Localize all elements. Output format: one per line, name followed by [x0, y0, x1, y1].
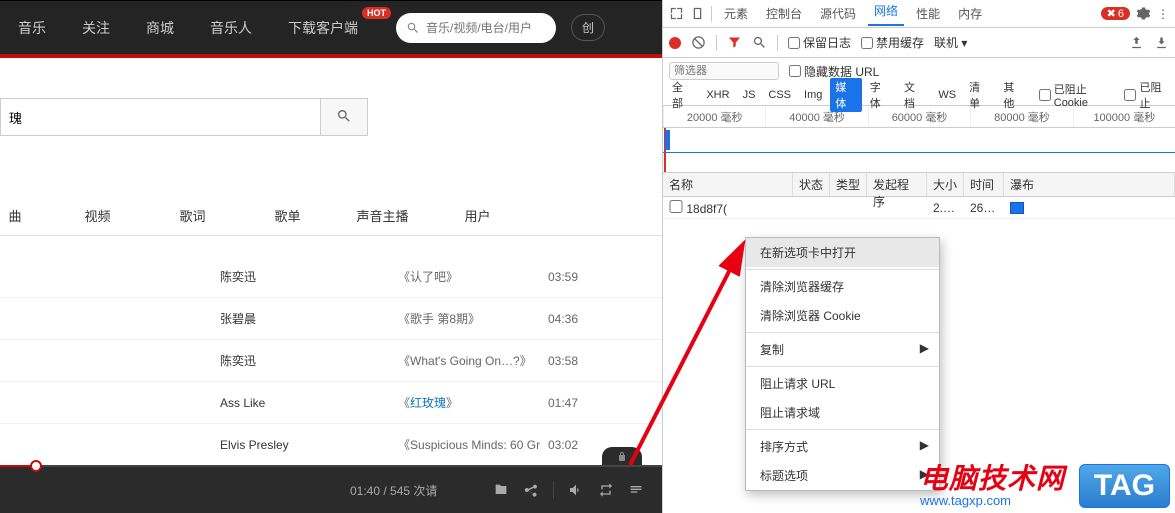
- blocked-cookie-checkbox[interactable]: 已阻止 Cookie: [1039, 81, 1122, 109]
- gear-icon[interactable]: [1136, 6, 1151, 21]
- tab-video[interactable]: 视频: [50, 196, 145, 235]
- watermark: 电脑技术网 www.tagxp.com TAG: [1025, 457, 1170, 508]
- filter-icon[interactable]: [727, 35, 742, 50]
- context-menu: 在新选项卡中打开 清除浏览器缓存 清除浏览器 Cookie 复制▶ 阻止请求 U…: [745, 237, 940, 491]
- song-duration: 03:59: [548, 270, 608, 284]
- player-info: 01:40 / 545 次请: [0, 482, 437, 499]
- lock-tab[interactable]: [602, 447, 642, 467]
- player-bar: 01:40 / 545 次请: [0, 467, 662, 513]
- search-icon[interactable]: [752, 35, 767, 50]
- search-icon: [406, 21, 420, 35]
- share-icon[interactable]: [523, 482, 539, 498]
- throttle-select[interactable]: 联机 ▾: [934, 34, 967, 51]
- ctx-header-options[interactable]: 标题选项▶: [746, 461, 939, 490]
- ctx-copy[interactable]: 复制▶: [746, 335, 939, 364]
- waterfall-bar: [1010, 202, 1024, 214]
- error-count-badge[interactable]: ✖ 6: [1101, 7, 1130, 20]
- song-album[interactable]: 《What's Going On…?》: [398, 352, 548, 369]
- tab-user[interactable]: 用户: [430, 196, 525, 235]
- tab-voice[interactable]: 声音主播: [335, 196, 430, 235]
- download-icon[interactable]: [1154, 35, 1169, 50]
- chip-js[interactable]: JS: [738, 88, 761, 102]
- song-album[interactable]: 《红玫瑰》: [398, 394, 548, 411]
- top-search-input[interactable]: [426, 21, 546, 35]
- search-icon: [336, 108, 352, 124]
- loop-icon[interactable]: [598, 482, 614, 498]
- ctx-block-url[interactable]: 阻止请求 URL: [746, 369, 939, 398]
- nav-download[interactable]: 下载客户端 HOT: [270, 1, 376, 55]
- ctx-sort[interactable]: 排序方式▶: [746, 432, 939, 461]
- network-row[interactable]: 18d8f7( 2.9 ... 262...: [663, 197, 1175, 219]
- nav-mall[interactable]: 商城: [128, 1, 192, 55]
- page-search-button[interactable]: [320, 98, 368, 136]
- chip-ws[interactable]: WS: [933, 88, 961, 102]
- progress-thumb[interactable]: [30, 460, 42, 472]
- nav-musician[interactable]: 音乐人: [192, 1, 270, 55]
- ctx-clear-cache[interactable]: 清除浏览器缓存: [746, 272, 939, 301]
- progress-fill: [0, 465, 34, 467]
- nav-follow[interactable]: 关注: [64, 1, 128, 55]
- timeline-ruler: 20000 毫秒 40000 毫秒 60000 毫秒 80000 毫秒 1000…: [663, 106, 1175, 128]
- volume-icon[interactable]: [568, 482, 584, 498]
- tab-lyric[interactable]: 歌词: [145, 196, 240, 235]
- page-search-group: [0, 98, 662, 136]
- song-duration: 04:36: [548, 312, 608, 326]
- song-artist[interactable]: Elvis Presley: [220, 438, 398, 452]
- progress-track[interactable]: [0, 465, 662, 467]
- page-search-input[interactable]: [0, 98, 320, 136]
- song-album[interactable]: 《认了吧》: [398, 268, 548, 285]
- preserve-log-checkbox[interactable]: 保留日志: [788, 34, 851, 51]
- upload-icon[interactable]: [1129, 35, 1144, 50]
- inspect-icon[interactable]: [669, 6, 684, 21]
- ctx-open-new-tab[interactable]: 在新选项卡中打开: [746, 238, 939, 267]
- chevron-right-icon: ▶: [920, 438, 929, 452]
- row-checkbox[interactable]: [669, 200, 683, 213]
- devtab-memory[interactable]: 内存: [952, 5, 988, 22]
- tab-playlist[interactable]: 歌单: [240, 196, 335, 235]
- song-duration: 03:02: [548, 438, 608, 452]
- nav-download-label: 下载客户端: [288, 18, 358, 38]
- song-duration: 03:58: [548, 354, 608, 368]
- network-table-header: 名称 状态 类型 发起程序 大小 时间 瀑布: [663, 173, 1175, 197]
- song-artist[interactable]: 陈奕迅: [220, 268, 398, 285]
- result-tabs: 曲 视频 歌词 歌单 声音主播 用户: [0, 196, 662, 236]
- overview-strip[interactable]: [663, 128, 1175, 173]
- devtab-sources[interactable]: 源代码: [814, 5, 862, 22]
- nav-music[interactable]: 音乐: [0, 1, 64, 55]
- kebab-icon[interactable]: ⋮: [1157, 7, 1169, 21]
- song-duration: 01:47: [548, 396, 608, 410]
- disable-cache-checkbox[interactable]: 禁用缓存: [861, 34, 924, 51]
- clear-icon[interactable]: [691, 35, 706, 50]
- device-icon[interactable]: [690, 6, 705, 21]
- devtab-performance[interactable]: 性能: [910, 5, 946, 22]
- ctx-block-domain[interactable]: 阻止请求域: [746, 398, 939, 427]
- hot-badge: HOT: [362, 7, 391, 19]
- lock-icon: [616, 451, 628, 463]
- song-artist[interactable]: Ass Like: [220, 396, 398, 410]
- folder-add-icon[interactable]: [493, 482, 509, 498]
- chip-css[interactable]: CSS: [763, 88, 796, 102]
- ctx-clear-cookies[interactable]: 清除浏览器 Cookie: [746, 301, 939, 330]
- song-artist[interactable]: 陈奕迅: [220, 352, 398, 369]
- song-album[interactable]: 《歌手 第8期》: [398, 310, 548, 327]
- top-search-box: [396, 13, 556, 43]
- song-table: 陈奕迅 《认了吧》 03:59 张碧晨 《歌手 第8期》 04:36 陈奕迅 《…: [0, 256, 662, 466]
- chevron-right-icon: ▶: [920, 341, 929, 355]
- devtab-elements[interactable]: 元素: [718, 5, 754, 22]
- playlist-icon[interactable]: [628, 482, 644, 498]
- song-album[interactable]: 《Suspicious Minds: 60 Gr: [398, 436, 548, 453]
- devtab-console[interactable]: 控制台: [760, 5, 808, 22]
- song-artist[interactable]: 张碧晨: [220, 310, 398, 327]
- devtab-network[interactable]: 网络: [868, 2, 904, 26]
- record-button[interactable]: [669, 37, 681, 49]
- create-button[interactable]: 创: [571, 14, 605, 41]
- chip-xhr[interactable]: XHR: [701, 88, 734, 102]
- chip-img[interactable]: Img: [799, 88, 827, 102]
- tab-song[interactable]: 曲: [0, 196, 50, 235]
